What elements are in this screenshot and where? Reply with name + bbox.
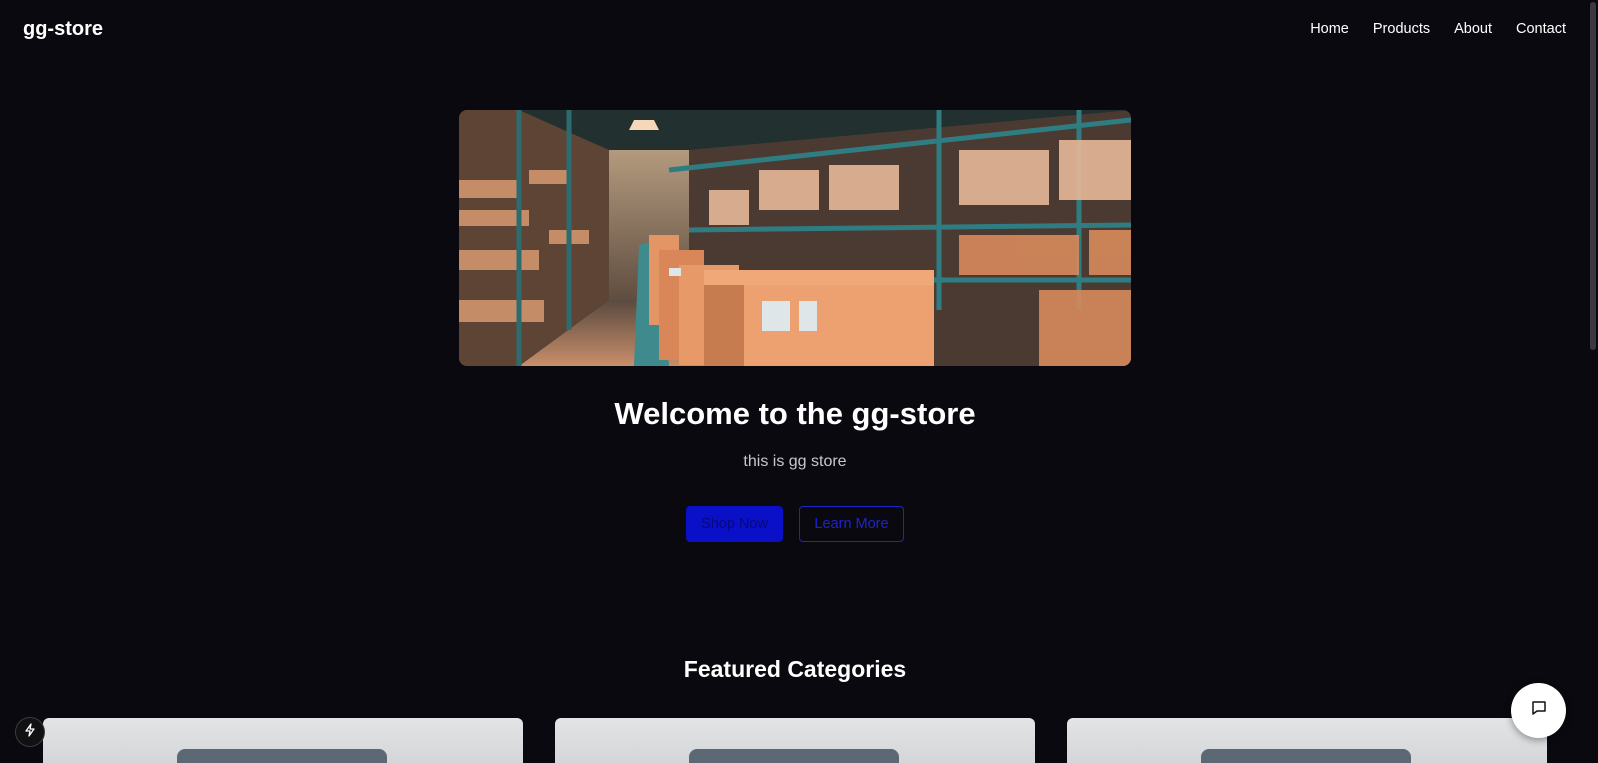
learn-more-button[interactable]: Learn More	[799, 506, 904, 542]
site-header: gg-store Home Products About Contact	[0, 0, 1598, 60]
shop-now-button[interactable]: Shop Now	[686, 506, 783, 542]
hero-subtitle: this is gg store	[743, 453, 847, 470]
category-card[interactable]	[43, 718, 523, 763]
page-scrollbar[interactable]	[1588, 0, 1598, 763]
nav-home[interactable]: Home	[1310, 21, 1349, 37]
featured-categories-title: Featured Categories	[683, 656, 907, 682]
chat-button[interactable]	[1511, 683, 1566, 738]
chat-bubble-icon	[1530, 699, 1548, 722]
hero-image	[459, 110, 1131, 366]
brand-logo[interactable]: gg-store	[23, 18, 103, 41]
main-nav: Home Products About Contact	[1286, 21, 1566, 37]
page: gg-store Home Products About Contact Wel…	[0, 0, 1598, 763]
category-image-placeholder	[689, 749, 899, 763]
dev-tools-button[interactable]	[15, 717, 45, 747]
hero-title: Welcome to the gg-store	[614, 396, 976, 431]
nav-products[interactable]: Products	[1373, 21, 1430, 37]
category-image-placeholder	[177, 749, 387, 763]
nav-about[interactable]: About	[1454, 21, 1492, 37]
category-card[interactable]	[555, 718, 1035, 763]
nav-contact[interactable]: Contact	[1516, 21, 1566, 37]
category-card[interactable]	[1067, 718, 1547, 763]
scrollbar-thumb[interactable]	[1590, 2, 1596, 350]
lightning-icon	[23, 722, 37, 742]
category-image-placeholder	[1201, 749, 1411, 763]
